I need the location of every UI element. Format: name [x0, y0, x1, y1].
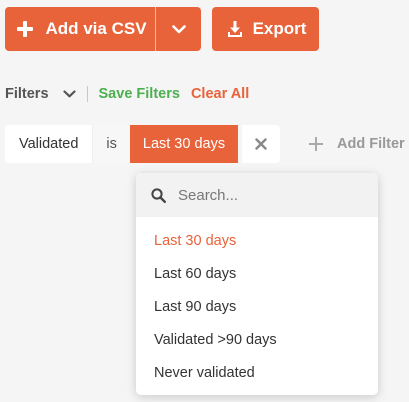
dropdown-option[interactable]: Last 90 days: [136, 291, 378, 324]
close-icon: [255, 138, 267, 150]
active-filter-chip: Validated is Last 30 days: [5, 125, 281, 163]
add-filter-label: Add Filter: [337, 136, 405, 152]
filters-toggle[interactable]: [62, 90, 76, 98]
search-icon: [151, 187, 166, 203]
add-options-toggle[interactable]: [155, 7, 201, 51]
export-button[interactable]: Export: [212, 7, 319, 51]
toolbar: Add via CSV Export: [5, 7, 319, 51]
dropdown-option[interactable]: Validated >90 days: [136, 324, 378, 357]
dropdown-option[interactable]: Last 30 days: [136, 225, 378, 258]
remove-filter-button[interactable]: [242, 125, 281, 163]
filter-operator[interactable]: is: [92, 125, 130, 163]
chevron-down-icon: [171, 24, 186, 33]
filters-bar: Filters Save Filters Clear All: [5, 84, 249, 104]
dropdown-search-bar: [136, 173, 378, 217]
dropdown-option[interactable]: Last 60 days: [136, 258, 378, 291]
plus-icon: [309, 137, 323, 151]
download-icon: [227, 20, 242, 37]
save-filters-link[interactable]: Save Filters: [99, 86, 180, 102]
dropdown-options-list: Last 30 days Last 60 days Last 90 days Vali…: [136, 217, 378, 390]
filter-field[interactable]: Validated: [5, 125, 93, 163]
export-label: Export: [252, 19, 307, 38]
add-filter-button[interactable]: Add Filter: [309, 125, 405, 163]
plus-icon: [17, 21, 34, 37]
chevron-down-icon: [62, 90, 76, 98]
add-via-csv-button[interactable]: Add via CSV: [5, 7, 155, 51]
clear-all-link[interactable]: Clear All: [191, 86, 249, 102]
add-via-csv-button-group: Add via CSV: [5, 7, 201, 51]
dropdown-option[interactable]: Never validated: [136, 357, 378, 390]
filters-divider: [86, 86, 88, 102]
add-via-csv-label: Add via CSV: [45, 19, 147, 38]
filter-value-button[interactable]: Last 30 days: [129, 125, 239, 163]
filters-label: Filters: [5, 86, 49, 102]
filter-value-dropdown: Last 30 daysLast 60 daysLast 90 daysVali…: [136, 173, 378, 395]
dropdown-search-input[interactable]: [178, 186, 358, 204]
